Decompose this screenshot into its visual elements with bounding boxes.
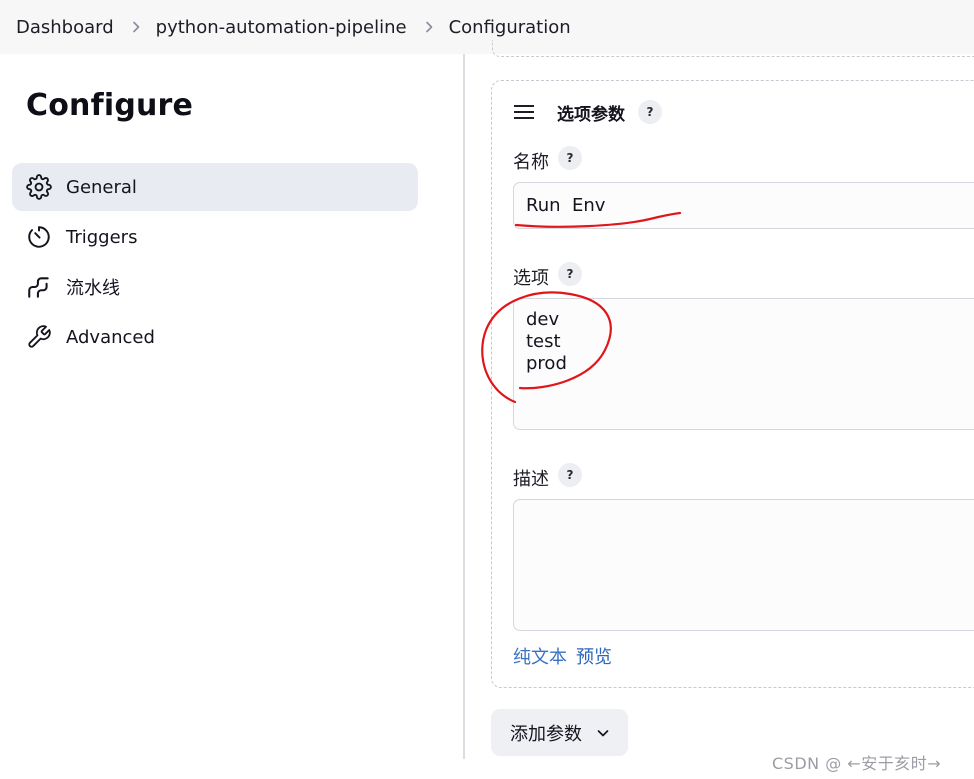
option-line: prod: [526, 353, 567, 374]
page-title: Configure: [26, 88, 194, 123]
sidebar-item-label: 流水线: [66, 278, 120, 299]
sidebar-item-label: Triggers: [66, 226, 138, 248]
sidebar-divider: [463, 54, 465, 759]
help-icon[interactable]: ?: [558, 262, 582, 286]
option-line: dev: [526, 309, 560, 330]
options-textarea[interactable]: dev test prod: [513, 298, 974, 430]
breadcrumb-dashboard[interactable]: Dashboard: [16, 17, 114, 38]
pipeline-icon: [26, 274, 52, 300]
description-textarea[interactable]: [513, 499, 974, 631]
timer-icon: [26, 224, 52, 250]
sidebar-item-general[interactable]: General: [12, 163, 418, 211]
plain-text-link[interactable]: 纯文本: [513, 647, 567, 668]
breadcrumb-project[interactable]: python-automation-pipeline: [156, 17, 407, 38]
add-parameter-label: 添加参数: [510, 723, 582, 745]
previous-section-border: [492, 40, 974, 57]
help-icon[interactable]: ?: [558, 463, 582, 487]
help-icon[interactable]: ?: [558, 146, 582, 170]
description-format-links: 纯文本 预览: [513, 643, 612, 669]
help-icon[interactable]: ?: [638, 100, 662, 124]
sidebar-item-pipeline[interactable]: 流水线: [12, 263, 418, 311]
chevron-right-icon: [423, 21, 435, 33]
chevron-down-icon: [597, 729, 609, 736]
sidebar-nav: General Triggers 流水线 Advanced: [12, 163, 418, 363]
breadcrumb-configuration[interactable]: Configuration: [449, 17, 571, 38]
parameter-title: 选项参数: [557, 105, 625, 125]
option-line: test: [526, 331, 561, 352]
sidebar-item-label: Advanced: [66, 326, 155, 348]
sidebar-item-triggers[interactable]: Triggers: [12, 213, 418, 261]
preview-link[interactable]: 预览: [576, 647, 612, 668]
watermark: CSDN @ ←安于亥时→: [772, 754, 942, 773]
sidebar-item-label: General: [66, 176, 137, 198]
wrench-icon: [26, 324, 52, 350]
chevron-right-icon: [130, 21, 142, 33]
add-parameter-button[interactable]: 添加参数: [491, 709, 628, 756]
name-input-value: Run Env: [526, 195, 606, 216]
options-label: 选项: [513, 268, 549, 289]
drag-handle-icon[interactable]: [514, 104, 534, 120]
sidebar: Configure General Triggers 流水线 Advanced: [0, 54, 462, 779]
sidebar-item-advanced[interactable]: Advanced: [12, 313, 418, 361]
gear-icon: [26, 174, 52, 200]
description-label: 描述: [513, 469, 549, 490]
name-input[interactable]: Run Env: [513, 182, 974, 229]
name-label: 名称: [513, 152, 549, 173]
